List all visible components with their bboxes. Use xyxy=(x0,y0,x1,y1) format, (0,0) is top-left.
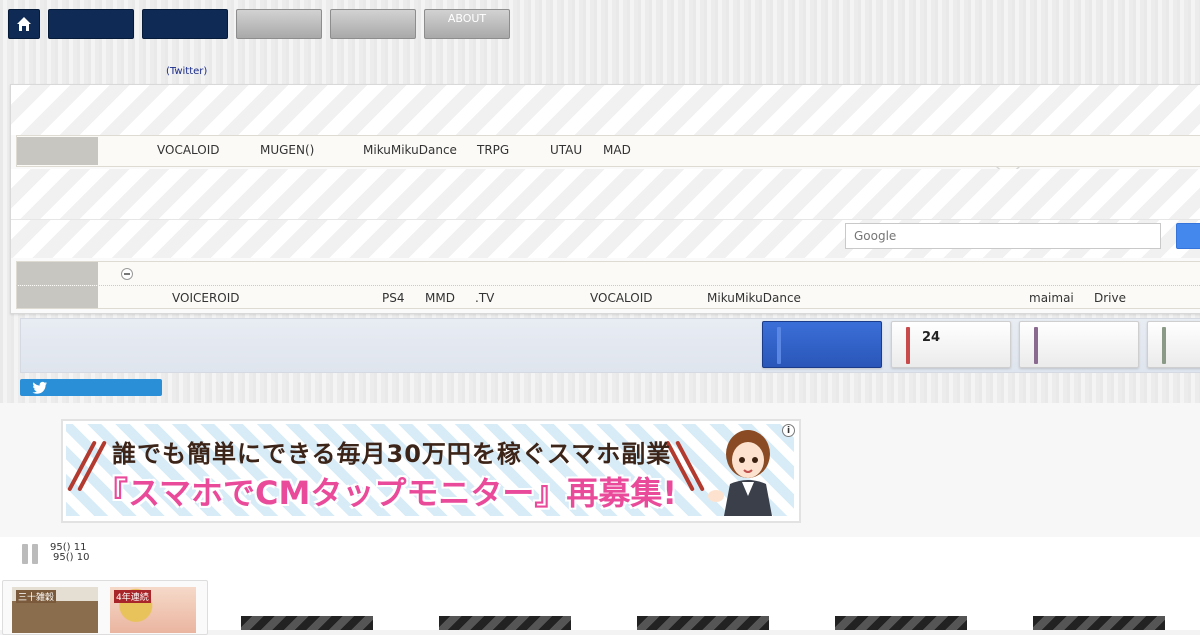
category-panel: VOCALOID MUGEN() MikuMikuDance TRPG UTAU… xyxy=(10,84,1200,314)
tag-row-label xyxy=(17,262,98,286)
product-label: 4年連続 xyxy=(114,590,151,603)
ranking-card-active[interactable] xyxy=(762,321,882,368)
ranking-card-marker xyxy=(906,327,910,364)
tag-item[interactable]: VOCALOID xyxy=(590,287,653,309)
category-item[interactable]: MikuMikuDance xyxy=(363,139,457,161)
tag-item[interactable]: MMD xyxy=(425,287,455,309)
twitter-follow-button[interactable] xyxy=(20,379,162,396)
ad-tagline: 『スマホでCMタップモニター』再募集! xyxy=(96,474,677,512)
video-thumbnail[interactable] xyxy=(835,616,967,630)
tag-item[interactable]: PS4 xyxy=(382,287,405,309)
nav-button-3[interactable] xyxy=(236,9,322,39)
product-image[interactable]: 三十雑穀 xyxy=(12,587,98,633)
ad-info-icon[interactable]: i xyxy=(782,424,795,437)
category-item[interactable]: MAD xyxy=(603,139,631,161)
video-thumbnail[interactable] xyxy=(1033,616,1165,630)
ad-banner-image: 誰でも簡単にできる毎月30万円を稼ぐスマホ副業 『スマホでCMタップモニター』再… xyxy=(66,424,794,516)
collapse-icon[interactable] xyxy=(121,268,133,280)
pause-bar xyxy=(22,544,28,564)
nav-button-4[interactable] xyxy=(330,9,416,39)
tag-item[interactable]: maimai xyxy=(1029,287,1074,309)
ad-section: 誰でも簡単にできる毎月30万円を稼ぐスマホ副業 『スマホでCMタップモニター』再… xyxy=(0,403,1200,537)
category-item[interactable]: UTAU xyxy=(550,139,582,161)
home-icon xyxy=(17,17,31,31)
subcategory-area xyxy=(11,169,1200,220)
top-navigation: ABOUT (Twitter) xyxy=(0,0,1200,77)
ranking-card[interactable] xyxy=(1019,321,1139,368)
nav-button-1[interactable] xyxy=(48,9,134,39)
video-thumbnail[interactable] xyxy=(241,616,373,630)
product-image[interactable]: 4年連続 xyxy=(110,587,196,633)
about-label: ABOUT xyxy=(447,12,487,25)
tag-item[interactable]: MikuMikuDance xyxy=(707,287,801,309)
ad-headline: 誰でも簡単にできる毎月30万円を稼ぐスマホ副業 xyxy=(112,440,672,468)
product-box: 三十雑穀 4年連続 xyxy=(2,580,208,635)
tag-row-header xyxy=(16,261,1200,286)
nav-button-2[interactable] xyxy=(142,9,228,39)
content-area: 95() 11 95() 10 三十雑穀 4年連続 xyxy=(0,537,1200,635)
ranking-card[interactable]: 24 xyxy=(891,321,1011,368)
ad-banner[interactable]: 誰でも簡単にできる毎月30万円を稼ぐスマホ副業 『スマホでCMタップモニター』再… xyxy=(61,419,801,523)
home-button[interactable] xyxy=(8,9,40,39)
video-thumbnail[interactable] xyxy=(637,616,769,630)
tag-item[interactable]: Drive xyxy=(1094,287,1126,309)
ranking-card-marker xyxy=(1034,327,1038,364)
panel-header xyxy=(11,85,1200,135)
ad-character-illustration xyxy=(708,430,772,516)
category-item[interactable]: VOCALOID xyxy=(157,139,220,161)
search-button[interactable] xyxy=(1176,223,1200,249)
about-button[interactable]: ABOUT xyxy=(424,9,510,39)
ranking-card-marker xyxy=(777,327,781,364)
category-item[interactable]: MUGEN() xyxy=(260,139,314,161)
tag-row: VOICEROID PS4 MMD .TV VOCALOID MikuMikuD… xyxy=(16,285,1200,309)
category-row-label xyxy=(17,137,98,165)
ranking-card-marker xyxy=(1162,327,1166,364)
pause-bar xyxy=(32,544,38,564)
twitter-link-text[interactable]: (Twitter) xyxy=(166,66,207,77)
tag-item[interactable]: .TV xyxy=(475,287,494,309)
tag-item[interactable]: VOICEROID xyxy=(172,287,240,309)
search-input[interactable] xyxy=(845,223,1161,249)
ticker-line[interactable]: 95() 10 xyxy=(53,552,89,563)
category-row-primary: VOCALOID MUGEN() MikuMikuDance TRPG UTAU… xyxy=(16,135,1200,167)
ranking-strip: 24 xyxy=(20,318,1200,373)
twitter-bird-icon xyxy=(32,381,47,394)
ranking-card[interactable] xyxy=(1147,321,1200,368)
tag-row-label xyxy=(17,286,98,308)
product-label: 三十雑穀 xyxy=(16,590,57,603)
ranking-count: 24 xyxy=(922,330,941,345)
pause-icon[interactable] xyxy=(22,544,38,564)
video-thumbnail[interactable] xyxy=(439,616,571,630)
category-item[interactable]: TRPG xyxy=(477,139,509,161)
